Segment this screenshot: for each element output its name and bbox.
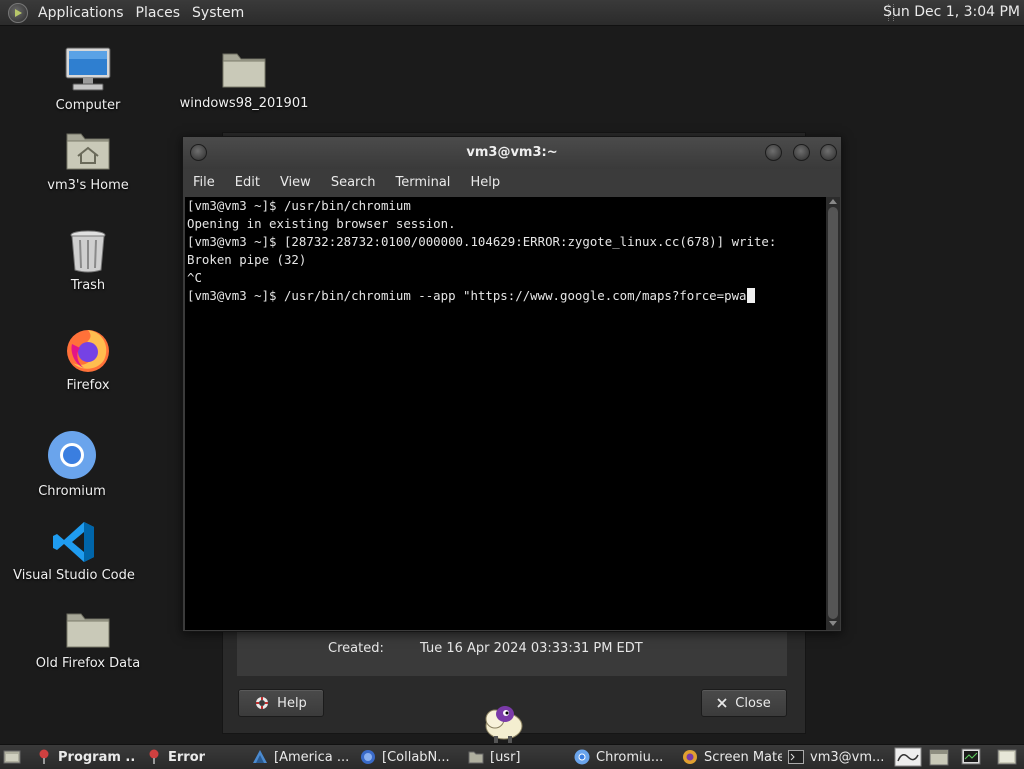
window-close-icon[interactable]: [820, 144, 837, 161]
app-icon: [252, 749, 268, 765]
desktop-icon-label: windows98_201901: [179, 96, 309, 111]
applications-menu[interactable]: Applications: [32, 5, 130, 21]
error-icon: [36, 749, 52, 765]
desktop-icon-label: vm3's Home: [47, 178, 129, 193]
close-button-label: Close: [735, 695, 771, 711]
task-label: [usr]: [490, 749, 521, 765]
task-label: vm3@vm...: [810, 749, 885, 765]
minimize-icon[interactable]: [765, 144, 782, 161]
terminal-input-line[interactable]: [vm3@vm3 ~]$ /usr/bin/chromium --app "ht…: [185, 287, 826, 305]
task-screen-mate[interactable]: Screen Mate: [682, 747, 782, 767]
desktop-icon-label: Visual Studio Code: [13, 568, 135, 583]
terminal-line: Opening in existing browser session.: [187, 216, 456, 231]
chromium-icon: [574, 749, 590, 765]
task-usr[interactable]: [usr]: [468, 747, 568, 767]
terminal-titlebar[interactable]: vm3@vm3:~: [183, 137, 841, 169]
text-cursor: [746, 288, 755, 303]
task-program-error[interactable]: Program ...: [36, 747, 136, 767]
computer-icon: [65, 47, 111, 91]
desktop-icon-label: Firefox: [66, 378, 110, 393]
menu-search[interactable]: Search: [321, 175, 386, 190]
screen-mate-tray-icon[interactable]: [894, 747, 922, 767]
task-label: [CollabN...: [382, 749, 450, 765]
screen-mate-sheep[interactable]: [480, 700, 526, 744]
menu-view[interactable]: View: [270, 175, 321, 190]
panel-menu-bar: Applications Places System: [0, 0, 250, 25]
desktop-icon-windows98-folder[interactable]: windows98_201901: [174, 46, 314, 111]
scroll-down-icon[interactable]: [829, 621, 837, 626]
terminal-title: vm3@vm3:~: [466, 145, 558, 160]
task-label: Program ...: [58, 749, 136, 765]
desktop-icon-home[interactable]: vm3's Home: [18, 128, 158, 193]
menu-terminal[interactable]: Terminal: [385, 175, 460, 190]
task-label: Chromiu...: [596, 749, 664, 765]
terminal-output[interactable]: [vm3@vm3 ~]$ /usr/bin/chromium Opening i…: [185, 197, 826, 630]
places-menu[interactable]: Places: [130, 5, 187, 21]
scrollbar-thumb[interactable]: [828, 207, 838, 619]
home-folder-icon: [66, 133, 110, 170]
terminal-menubar: File Edit View Search Terminal Help: [183, 169, 841, 195]
terminal-icon: [788, 749, 804, 765]
screenmate-icon: [682, 749, 698, 765]
chromium-icon: [48, 431, 96, 479]
menu-edit[interactable]: Edit: [225, 175, 270, 190]
task-chromium[interactable]: Chromiu...: [574, 747, 674, 767]
folder-icon: [66, 613, 110, 648]
file-manager-tray-icon[interactable]: [928, 747, 950, 767]
desktop-icon-chromium[interactable]: Chromium: [2, 430, 142, 499]
workspace-switcher-icon[interactable]: [996, 747, 1018, 767]
help-button[interactable]: Help: [238, 689, 324, 717]
created-label: Created:: [328, 641, 384, 656]
created-value: Tue 16 Apr 2024 03:33:31 PM EDT: [420, 641, 643, 656]
terminal-line: ^C: [187, 270, 202, 285]
desktop-icon-firefox[interactable]: Firefox: [18, 326, 158, 393]
desktop-icon-trash[interactable]: Trash: [18, 228, 158, 293]
terminal-line: [vm3@vm3 ~]$ /usr/bin/chromium: [187, 198, 411, 213]
firefox-icon: [67, 330, 109, 372]
firefox-icon: [360, 749, 376, 765]
folder-icon: [222, 53, 266, 88]
folder-icon: [468, 749, 484, 765]
show-desktop-icon[interactable]: [2, 747, 22, 767]
desktop-icon-label: Old Firefox Data: [35, 656, 141, 671]
task-collabn[interactable]: [CollabN...: [360, 747, 460, 767]
vscode-icon: [53, 522, 94, 562]
maximize-icon[interactable]: [793, 144, 810, 161]
task-terminal[interactable]: vm3@vm...: [788, 747, 886, 767]
menu-help[interactable]: Help: [460, 175, 510, 190]
bottom-taskbar: Program ... Error [America ... [CollabN.…: [0, 744, 1024, 769]
clock[interactable]: Sun Dec 1, 3:04 PM: [883, 0, 1020, 25]
task-label: [America ...: [274, 749, 350, 765]
task-america[interactable]: [America ...: [252, 747, 352, 767]
close-button[interactable]: Close: [701, 689, 787, 717]
desktop-icon-label: Chromium: [38, 484, 106, 499]
task-label: Error: [168, 749, 206, 765]
terminal-window[interactable]: vm3@vm3:~ File Edit View Search Terminal…: [182, 136, 842, 632]
menu-file[interactable]: File: [183, 175, 225, 190]
applications-logo-icon[interactable]: [8, 2, 28, 23]
terminal-line: Broken pipe (32): [187, 252, 307, 267]
task-label: Screen Mate: [704, 749, 782, 765]
trash-icon: [70, 230, 106, 273]
help-button-label: Help: [277, 695, 307, 711]
desktop-icon-label: Trash: [70, 278, 106, 293]
system-monitor-tray-icon[interactable]: [960, 747, 982, 767]
desktop-icon-label: Computer: [55, 98, 121, 113]
terminal-command: [vm3@vm3 ~]$ /usr/bin/chromium --app "ht…: [187, 288, 747, 303]
task-error[interactable]: Error: [146, 747, 246, 767]
desktop-icon-computer[interactable]: Computer: [18, 46, 158, 113]
system-menu[interactable]: System: [186, 5, 250, 21]
error-icon: [146, 749, 162, 765]
close-icon: [717, 698, 727, 708]
scroll-up-icon[interactable]: [829, 199, 837, 204]
desktop-icon-vscode[interactable]: Visual Studio Code: [4, 520, 144, 583]
desktop-icon-old-firefox-data[interactable]: Old Firefox Data: [18, 608, 158, 671]
terminal-scrollbar[interactable]: [826, 197, 840, 630]
top-panel: Applications Places System Sun Dec 1, 3:…: [0, 0, 1024, 26]
terminal-line: [vm3@vm3 ~]$ [28732:28732:0100/000000.10…: [187, 234, 777, 249]
help-icon: [255, 696, 269, 710]
